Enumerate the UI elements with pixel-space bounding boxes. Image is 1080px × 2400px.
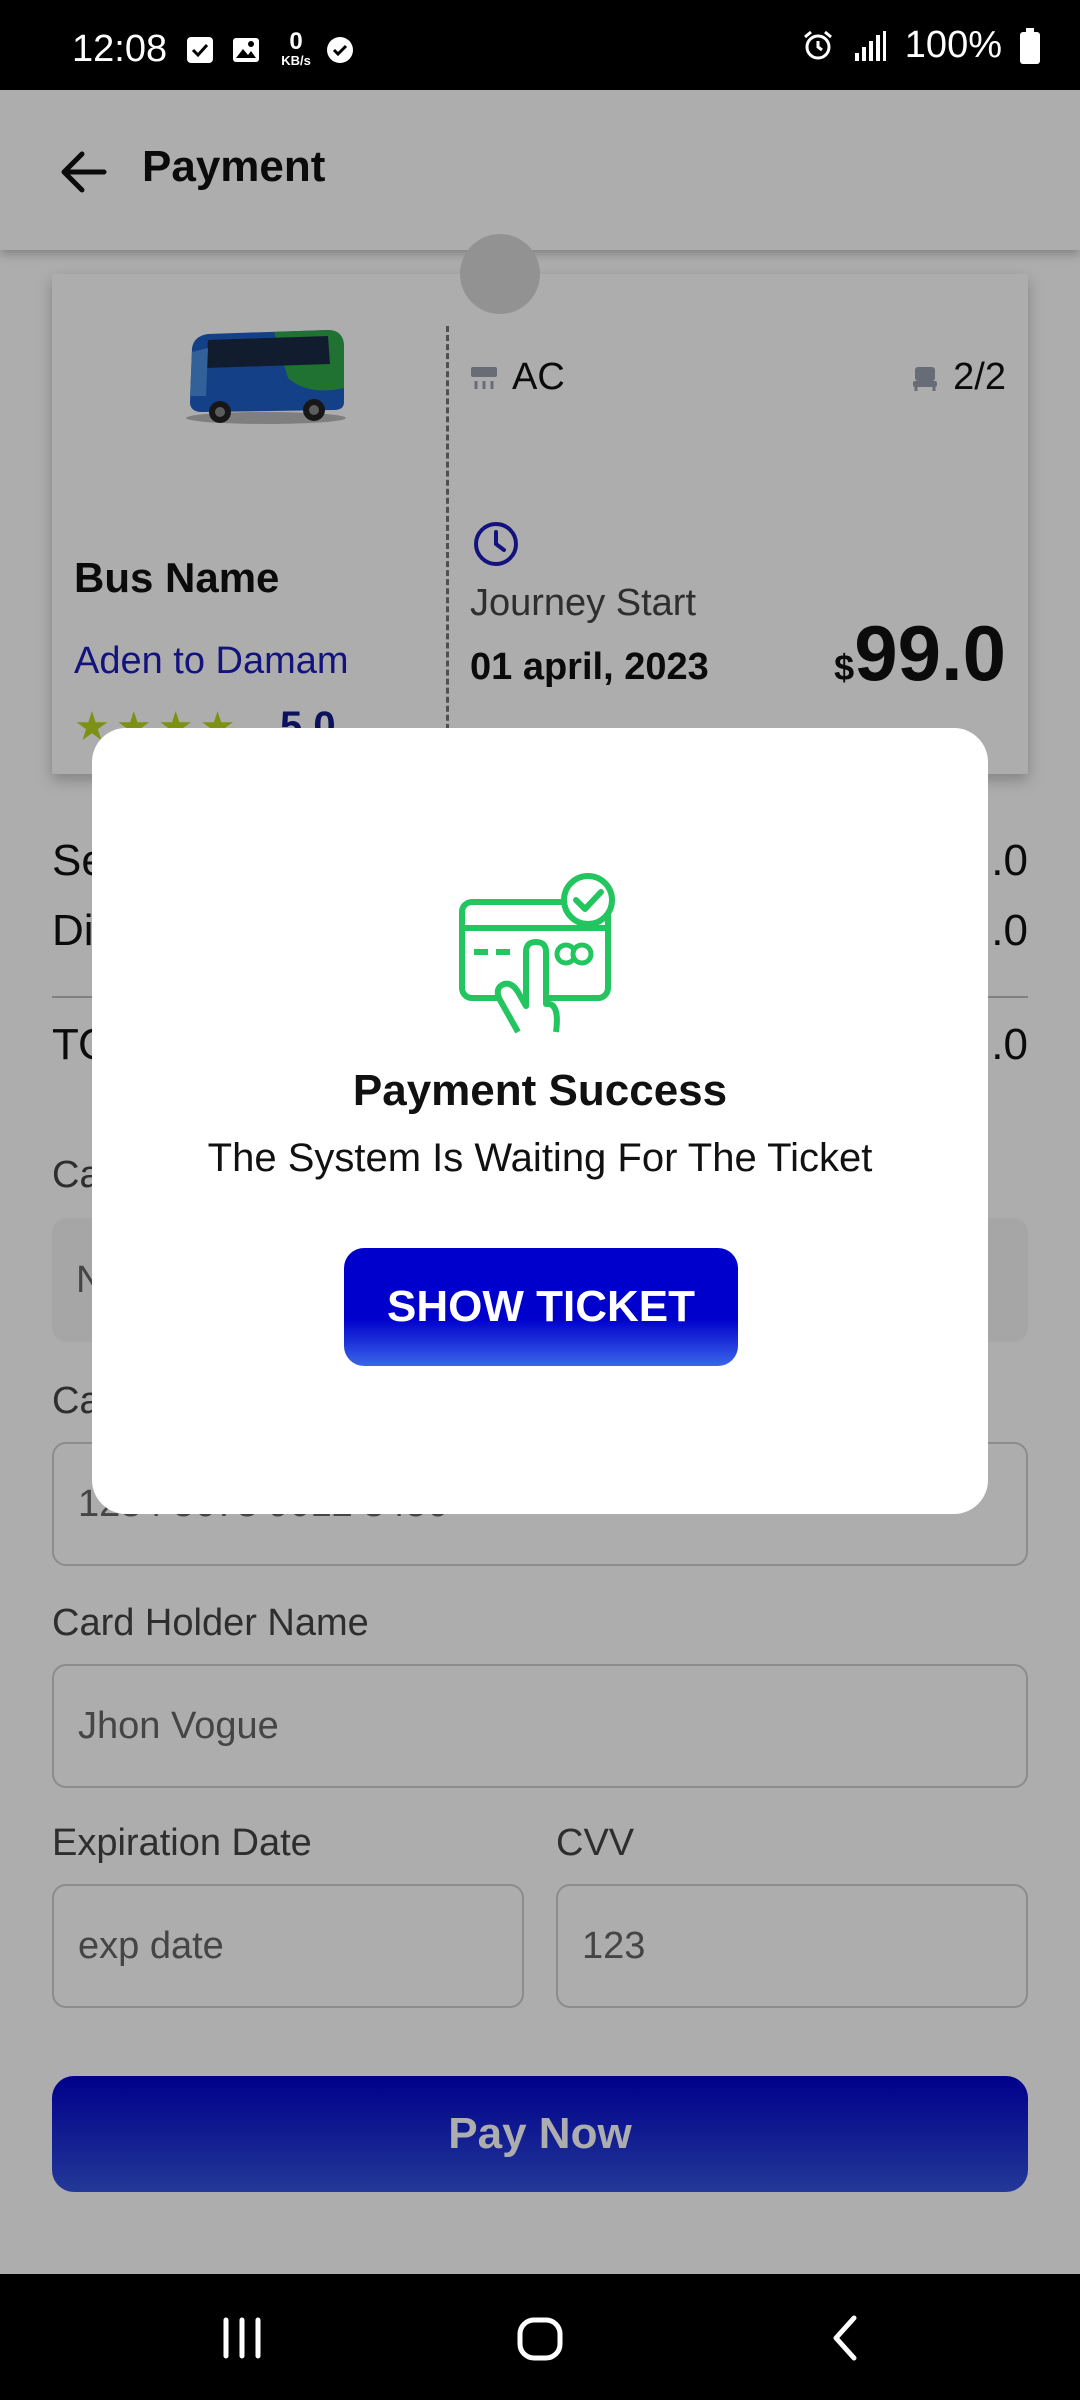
back-nav-icon[interactable] (816, 2308, 876, 2368)
status-right-group: 100% (801, 24, 1040, 67)
alarm-icon (803, 30, 832, 59)
image-notification-icon (233, 38, 259, 62)
battery-percent: 100% (904, 24, 1002, 66)
payment-success-dialog: Payment Success The System Is Waiting Fo… (92, 728, 988, 1514)
status-bar: 12:08 0 KB/s 100% (0, 0, 1080, 90)
verified-check-icon (327, 37, 353, 63)
system-nav-bar (0, 2274, 1080, 2400)
status-time: 12:08 (72, 28, 168, 70)
payment-success-icon (459, 873, 615, 1034)
dialog-title: Payment Success (352, 1066, 728, 1115)
battery-icon (1020, 27, 1040, 64)
dialog-message: The System Is Waiting For The Ticket (207, 1136, 873, 1180)
recent-apps-icon[interactable] (212, 2308, 272, 2368)
net-speed-value: 0 (289, 28, 303, 55)
checkbox-notification-icon (187, 37, 213, 63)
signal-icon (854, 30, 886, 61)
show-ticket-button[interactable]: SHOW TICKET (344, 1248, 738, 1366)
net-speed-unit: KB/s (281, 53, 311, 68)
net-speed: 0 KB/s (276, 28, 316, 68)
home-icon[interactable] (510, 2308, 570, 2368)
